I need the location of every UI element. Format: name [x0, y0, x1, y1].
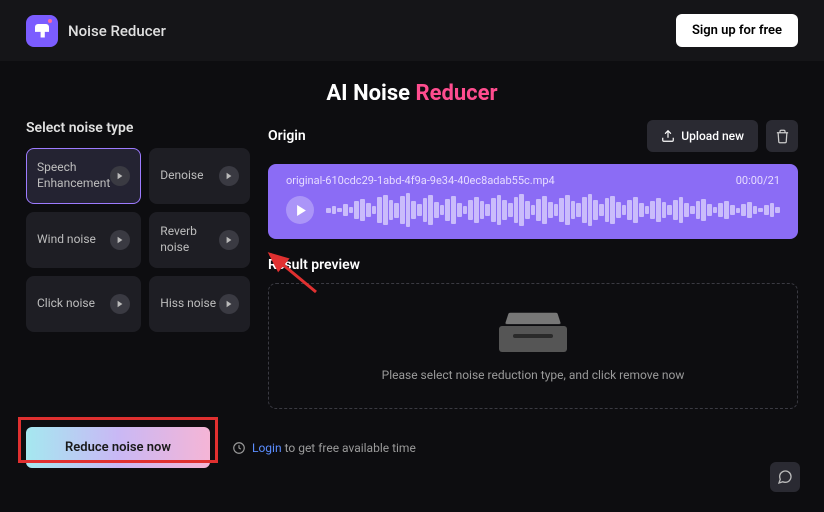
play-icon [296, 205, 307, 216]
noise-type-hiss-noise[interactable]: Hiss noise [149, 276, 250, 332]
audio-player: original-610cdc29-1abd-4f9a-9e34-40ec8ad… [268, 164, 798, 239]
audio-duration: 00:00/21 [736, 174, 780, 187]
clock-icon [232, 441, 246, 455]
result-preview-box: Please select noise reduction type, and … [268, 283, 798, 409]
upload-label: Upload new [681, 129, 744, 143]
noise-play-button[interactable] [110, 166, 130, 186]
waveform[interactable] [326, 195, 780, 225]
feedback-button[interactable] [770, 462, 800, 492]
noise-play-button[interactable] [219, 166, 239, 186]
noise-label: Click noise [37, 296, 95, 312]
brand: Noise Reducer [26, 15, 166, 47]
noise-label: Wind noise [37, 232, 96, 248]
noise-play-button[interactable] [110, 294, 130, 314]
audio-play-button[interactable] [286, 196, 314, 224]
play-icon [116, 236, 124, 244]
noise-type-click-noise[interactable]: Click noise [26, 276, 141, 332]
audio-filename: original-610cdc29-1abd-4f9a-9e34-40ec8ad… [286, 174, 555, 187]
empty-tray-icon [499, 310, 567, 352]
noise-label: Denoise [160, 168, 203, 184]
noise-play-button[interactable] [219, 294, 239, 314]
play-icon [225, 236, 233, 244]
feedback-icon [777, 469, 793, 485]
noise-play-button[interactable] [110, 230, 130, 250]
noise-type-wind-noise[interactable]: Wind noise [26, 212, 141, 268]
reduce-noise-button[interactable]: Reduce noise now [26, 427, 210, 468]
noise-type-reverb-noise[interactable]: Reverb noise [149, 212, 250, 268]
noise-label: Reverb noise [160, 224, 219, 255]
play-icon [225, 300, 233, 308]
play-icon [116, 300, 124, 308]
signup-button[interactable]: Sign up for free [676, 14, 798, 47]
noise-play-button[interactable] [219, 230, 239, 250]
origin-label: Origin [268, 128, 306, 144]
login-hint: Login to get free available time [232, 441, 416, 455]
page-title: AI Noise Reducer [0, 61, 824, 120]
noise-label: Hiss noise [160, 296, 216, 312]
upload-button[interactable]: Upload new [647, 120, 758, 152]
noise-type-denoise[interactable]: Denoise [149, 148, 250, 204]
delete-button[interactable] [766, 120, 798, 152]
logo-icon [26, 15, 58, 47]
upload-icon [661, 129, 675, 143]
noise-label: Speech Enhancement [37, 160, 110, 191]
login-link[interactable]: Login [252, 441, 282, 455]
trash-icon [775, 129, 790, 144]
brand-name: Noise Reducer [68, 22, 166, 40]
play-icon [116, 172, 124, 180]
result-preview-label: Result preview [268, 257, 798, 273]
select-noise-label: Select noise type [26, 120, 250, 136]
result-placeholder-text: Please select noise reduction type, and … [382, 368, 685, 382]
play-icon [225, 172, 233, 180]
noise-type-speech-enhancement[interactable]: Speech Enhancement [26, 148, 141, 204]
